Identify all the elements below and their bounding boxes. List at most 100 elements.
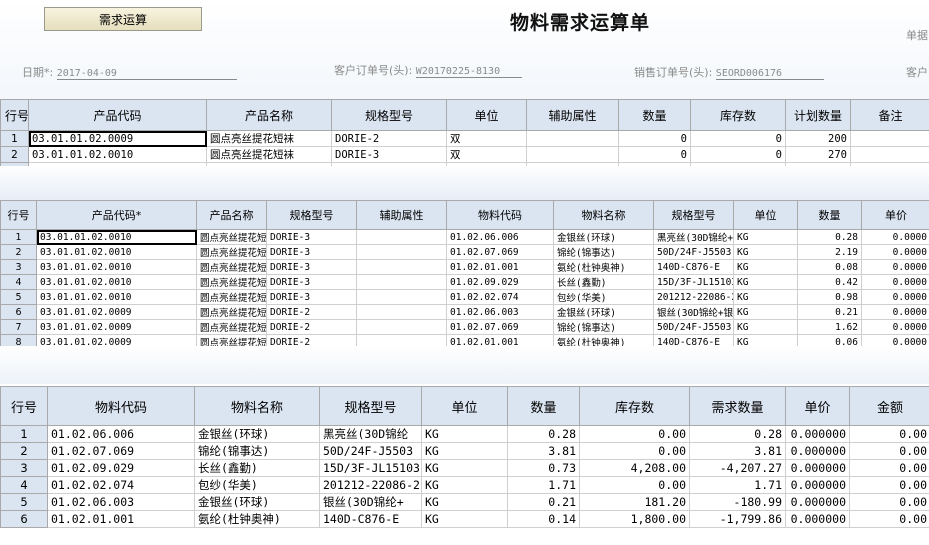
column-header[interactable]: 数量 (618, 99, 691, 131)
table-cell[interactable]: 0.000000 (785, 442, 850, 460)
column-header[interactable]: 数量 (797, 200, 862, 230)
table-cell[interactable]: -1,799.86 (689, 510, 786, 528)
table-cell[interactable]: 01.02.07.069 (446, 319, 554, 335)
table-cell[interactable]: 0.28 (507, 425, 580, 443)
table-cell[interactable]: KG (421, 425, 508, 443)
column-header[interactable]: 规格型号 (653, 200, 734, 230)
table-cell[interactable]: 01.02.07.069 (446, 244, 554, 260)
table-cell[interactable]: 01.02.09.029 (446, 274, 554, 290)
table-cell[interactable]: -4,207.27 (689, 459, 786, 477)
table-cell[interactable]: 锦纶(锦事达) (553, 244, 654, 260)
column-header[interactable]: 单价 (785, 386, 850, 426)
table-cell[interactable]: 1.71 (507, 476, 580, 494)
table-row[interactable]: 6 01.02.01.001 氨纶(杜钟奥神) 140D-C876-E KG 0.14 1,… (0, 510, 929, 528)
table-cell[interactable]: 0.000000 (785, 425, 850, 443)
table-cell[interactable]: 3.81 (507, 442, 580, 460)
table-cell[interactable]: 0.000000 (785, 510, 850, 528)
table-cell[interactable]: 01.02.01.001 (446, 334, 554, 346)
table-cell[interactable] (850, 130, 929, 147)
column-header[interactable]: 需求数量 (689, 386, 786, 426)
column-header[interactable]: 库存数 (690, 99, 786, 131)
table-cell[interactable]: 03.01.01.02.0009 (36, 319, 197, 335)
table-cell[interactable]: KG (733, 289, 798, 305)
table-cell[interactable]: 01.02.01.001 (446, 259, 554, 275)
table-row[interactable]: 8 03.01.01.02.0009 圆点亮丝提花短 DORIE-2 01.02.01.… (0, 334, 929, 346)
table-cell[interactable]: 圆点亮丝提花短 (196, 229, 267, 245)
table-cell[interactable]: 01.02.07.069 (47, 442, 195, 460)
column-header[interactable]: 单价 (861, 200, 929, 230)
column-header[interactable]: 行号 (0, 99, 29, 131)
table-cell[interactable]: 01.02.09.029 (47, 459, 195, 477)
column-header[interactable]: 规格型号 (331, 99, 447, 131)
table-cell[interactable]: 0.00 (849, 476, 929, 494)
table-cell[interactable]: 金银丝(环球) (194, 425, 320, 443)
table-cell[interactable]: 长丝(鑫勤) (194, 459, 320, 477)
table-row[interactable]: 7 03.01.01.02.0009 圆点亮丝提花短 DORIE-2 01.02.07.… (0, 319, 929, 335)
table-cell[interactable]: 0.000000 (785, 493, 850, 511)
table-cell[interactable]: 包纱(华美) (194, 476, 320, 494)
date-input[interactable]: 2017-04-09 (56, 68, 237, 80)
table-cell[interactable]: 01.02.06.003 (47, 493, 195, 511)
table-cell[interactable]: DORIE-3 (266, 259, 357, 275)
table-row[interactable]: 4 01.02.02.074 包纱(华美) 201212-22086-2 KG 1.71 0… (0, 476, 929, 494)
table-cell[interactable] (356, 259, 447, 275)
table-cell[interactable]: DORIE-3 (266, 289, 357, 305)
table-row[interactable]: 1 01.02.06.006 金银丝(环球) 黑亮丝(30D锦纶 KG 0.28 0.00 0… (0, 425, 929, 443)
table-cell[interactable]: 01.02.06.003 (446, 304, 554, 320)
table-cell[interactable]: DORIE-3 (266, 274, 357, 290)
column-header[interactable]: 单位 (421, 386, 508, 426)
column-header[interactable]: 物料代码 (47, 386, 195, 426)
table-cell[interactable]: KG (733, 259, 798, 275)
table-cell[interactable]: 0.73 (507, 459, 580, 477)
table-cell[interactable]: 圆点亮丝提花短 (196, 334, 267, 346)
table-cell[interactable]: 银丝(30D锦纶+银 (653, 304, 734, 320)
table-cell[interactable]: DORIE-2 (331, 130, 447, 147)
table-cell[interactable]: 0.00 (579, 442, 690, 460)
table-cell[interactable]: DORIE-2 (266, 304, 357, 320)
table-cell[interactable]: 03.01.01.02.0009 (36, 304, 197, 320)
column-header[interactable]: 产品名称 (206, 99, 332, 131)
table-cell[interactable]: 50D/24F-J5503 (653, 244, 734, 260)
table-cell[interactable]: 圆点亮丝提花短 (196, 319, 267, 335)
table-cell[interactable]: 03.01.01.02.0010 (36, 289, 197, 305)
table-cell[interactable]: KG (733, 304, 798, 320)
table-cell[interactable]: 0.0000 (861, 334, 929, 346)
table-row[interactable]: 2 03.01.01.02.0010 圆点亮丝提花短袜 DORIE-3 双 0 0 270 (0, 146, 929, 163)
column-header[interactable]: 单位 (733, 200, 798, 230)
demand-calc-button[interactable]: 需求运算 (44, 7, 202, 31)
table-cell[interactable]: KG (733, 244, 798, 260)
table-row[interactable]: 2 03.01.01.02.0010 圆点亮丝提花短 DORIE-3 01.02.07.… (0, 244, 929, 260)
table-cell[interactable]: KG (421, 459, 508, 477)
table-row[interactable]: 2 01.02.07.069 锦纶(锦事达) 50D/24F-J5503 KG 3.81 0… (0, 442, 929, 460)
table-cell[interactable]: 圆点亮丝提花短 (196, 274, 267, 290)
table-cell[interactable]: 181.20 (579, 493, 690, 511)
column-header[interactable]: 产品代码* (36, 200, 197, 230)
table-cell[interactable]: 01.02.01.001 (47, 510, 195, 528)
table-cell[interactable]: 0.0000 (861, 304, 929, 320)
table-cell[interactable]: 包纱(华美) (553, 289, 654, 305)
table-cell[interactable]: 03.01.01.02.0010 (36, 274, 197, 290)
table-cell[interactable] (356, 289, 447, 305)
table-row[interactable]: 4 03.01.01.02.0010 圆点亮丝提花短 DORIE-3 01.02.09.… (0, 274, 929, 290)
column-header[interactable]: 计划数量 (785, 99, 851, 131)
table-cell[interactable]: 140D-C876-E (653, 334, 734, 346)
table-cell[interactable]: 0.00 (849, 510, 929, 528)
table-cell[interactable]: 金银丝(环球) (194, 493, 320, 511)
table-cell[interactable]: KG (733, 229, 798, 245)
table-cell[interactable]: 03.01.01.02.0009 (28, 130, 207, 147)
table-cell[interactable]: KG (421, 493, 508, 511)
column-header[interactable]: 库存数 (579, 386, 690, 426)
table-row[interactable]: 3 03.01.01.02.0010 圆点亮丝提花短 DORIE-3 01.02.01.… (0, 259, 929, 275)
table-cell[interactable]: 双 (446, 146, 527, 163)
table-cell[interactable]: KG (421, 510, 508, 528)
table-cell[interactable]: 0.28 (689, 425, 786, 443)
table-cell[interactable] (526, 130, 619, 147)
table-cell[interactable]: 锦纶(锦事达) (553, 319, 654, 335)
table-cell[interactable]: 0.14 (507, 510, 580, 528)
table-cell[interactable]: 氨纶(杜钟奥神) (194, 510, 320, 528)
table-cell[interactable]: 黑亮丝(30D锦纶+ (653, 229, 734, 245)
table-cell[interactable]: 0.28 (797, 229, 862, 245)
table-cell[interactable]: 圆点亮丝提花短袜 (206, 130, 332, 147)
table-cell[interactable] (356, 244, 447, 260)
table-cell[interactable]: 140D-C876-E (653, 259, 734, 275)
